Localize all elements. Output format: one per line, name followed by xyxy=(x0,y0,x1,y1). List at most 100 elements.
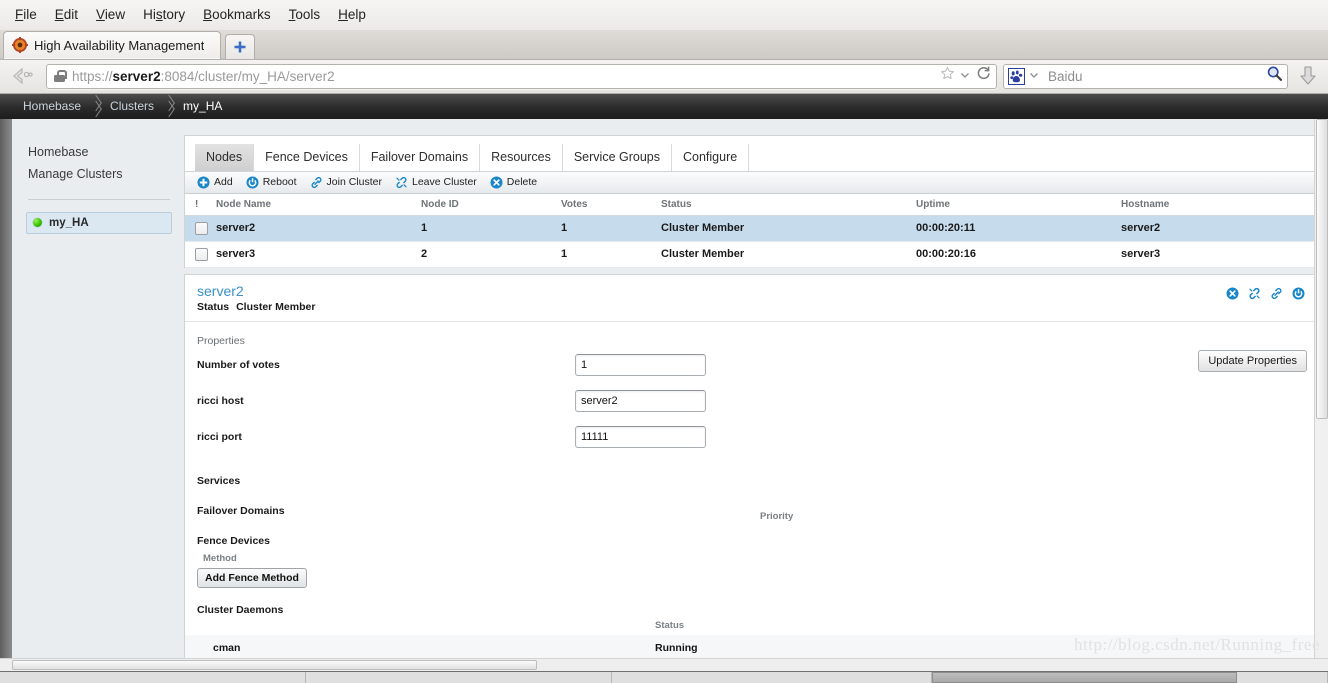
panel-tabs: Nodes Fence Devices Failover Domains Res… xyxy=(185,135,1317,172)
add-button[interactable]: Add xyxy=(195,176,240,189)
row-checkbox[interactable] xyxy=(195,247,208,261)
row-checkbox-cell[interactable] xyxy=(185,215,212,242)
row-checkbox-cell[interactable] xyxy=(185,241,212,268)
url-bar[interactable]: https://server2:8084/cluster/my_HA/serve… xyxy=(46,63,997,89)
add-fence-method-button[interactable]: Add Fence Method xyxy=(197,568,307,589)
ricci-host-input[interactable] xyxy=(575,390,706,413)
node-detail-panel: server2 Status Cluster Member Properties… xyxy=(184,273,1318,672)
search-input[interactable]: Baidu xyxy=(1039,69,1266,84)
tab-failover-domains[interactable]: Failover Domains xyxy=(360,143,481,171)
menu-file[interactable]: File xyxy=(6,4,46,25)
menu-edit[interactable]: Edit xyxy=(46,4,87,25)
baidu-paw-icon[interactable] xyxy=(1008,67,1025,85)
bookmark-star-icon[interactable] xyxy=(940,66,955,86)
menu-history[interactable]: History xyxy=(134,4,194,25)
cell-votes: 1 xyxy=(557,241,657,268)
taskbar-segment[interactable] xyxy=(306,672,612,683)
lock-icon xyxy=(54,70,67,83)
taskbar-segment[interactable] xyxy=(612,672,932,683)
url-text: https://server2:8084/cluster/my_HA/serve… xyxy=(72,68,335,84)
col-node-id: Node ID xyxy=(417,193,557,216)
menu-bar: File Edit View History Bookmarks Tools H… xyxy=(0,0,1328,31)
taskbar-window-button[interactable] xyxy=(932,672,1237,683)
breadcrumb-my-ha[interactable]: my_HA xyxy=(174,99,231,113)
property-row-ricci-port: ricci port xyxy=(185,419,1317,455)
menu-tools[interactable]: Tools xyxy=(280,4,330,25)
join-cluster-button[interactable]: Join Cluster xyxy=(308,176,389,189)
delete-button[interactable]: Delete xyxy=(488,176,544,189)
property-label-ricci-host: ricci host xyxy=(197,395,244,408)
col-node-name: Node Name xyxy=(212,193,417,216)
tab-resources[interactable]: Resources xyxy=(480,143,563,171)
col-daemon-status: Status xyxy=(655,620,685,632)
method-column-label: Method xyxy=(203,553,237,565)
menu-view[interactable]: View xyxy=(87,4,134,25)
property-row-votes: Number of votes Update Properties xyxy=(185,347,1317,383)
cell-hostname: server3 xyxy=(1117,241,1317,268)
link-icon xyxy=(310,176,323,189)
taskbar-segment[interactable] xyxy=(0,672,306,683)
daemons-header-row: Status xyxy=(185,616,1317,635)
detail-status-label: Status xyxy=(197,301,230,314)
col-votes: Votes xyxy=(557,193,657,216)
cell-status: Cluster Member xyxy=(657,215,912,242)
back-forward-button[interactable] xyxy=(6,63,40,89)
ricci-port-input[interactable] xyxy=(575,426,706,449)
tab-configure[interactable]: Configure xyxy=(672,143,750,171)
table-row[interactable]: server3 2 1 Cluster Member 00:00:20:16 s… xyxy=(185,241,1317,268)
nodes-table: ! Node Name Node ID Votes Status Uptime … xyxy=(185,193,1317,268)
downloads-button[interactable] xyxy=(1294,65,1322,87)
leave-cluster-button[interactable]: Leave Cluster xyxy=(393,176,484,189)
browser-tab-ha-management[interactable]: High Availability Management xyxy=(3,30,222,59)
priority-column-label: Priority xyxy=(760,511,794,523)
update-properties-button[interactable]: Update Properties xyxy=(1198,350,1307,373)
votes-input[interactable] xyxy=(575,354,706,377)
cell-node-name[interactable]: server3 xyxy=(212,241,417,268)
menu-help[interactable]: Help xyxy=(329,4,375,25)
breadcrumb: Homebase Clusters my_HA xyxy=(0,93,1328,119)
tab-strip: High Availability Management xyxy=(0,30,1328,60)
page-horizontal-scrollbar[interactable] xyxy=(0,658,1328,672)
cluster-status-dot-icon xyxy=(33,218,42,228)
table-row[interactable]: server2 1 1 Cluster Member 00:00:20:11 s… xyxy=(185,215,1317,242)
sidebar-item-my-ha[interactable]: my_HA xyxy=(26,211,172,234)
search-engine-chevron-icon[interactable] xyxy=(1025,67,1039,85)
cluster-daemons-heading: Cluster Daemons xyxy=(197,604,284,617)
nodes-toolbar: Add Reboot Join Cluster Leave Cluster De… xyxy=(185,171,1317,194)
reload-icon[interactable] xyxy=(975,65,992,87)
reboot-icon[interactable] xyxy=(1292,287,1305,305)
new-tab-button[interactable] xyxy=(225,33,256,59)
cell-node-name[interactable]: server2 xyxy=(212,215,417,242)
chevron-down-icon[interactable] xyxy=(960,67,970,85)
breadcrumb-homebase[interactable]: Homebase xyxy=(14,99,90,113)
menu-bookmarks[interactable]: Bookmarks xyxy=(194,4,280,25)
sidebar-item-homebase[interactable]: Homebase xyxy=(26,141,172,163)
reboot-button[interactable]: Reboot xyxy=(244,176,304,189)
leave-cluster-icon[interactable] xyxy=(1248,287,1261,305)
breadcrumb-separator-icon xyxy=(163,94,174,119)
search-bar[interactable]: Baidu xyxy=(1003,63,1288,89)
detail-header: server2 Status Cluster Member xyxy=(185,275,1317,323)
add-button-label: Add xyxy=(214,176,233,189)
tab-service-groups[interactable]: Service Groups xyxy=(563,143,672,171)
sidebar-item-manage-clusters[interactable]: Manage Clusters xyxy=(26,163,172,185)
vertical-scroll-thumb[interactable] xyxy=(1316,118,1328,419)
x-circle-icon xyxy=(490,176,503,189)
horizontal-scroll-thumb[interactable] xyxy=(12,660,537,671)
join-cluster-icon[interactable] xyxy=(1270,287,1283,305)
search-magnifier-icon[interactable] xyxy=(1266,65,1283,87)
table-header-row: ! Node Name Node ID Votes Status Uptime … xyxy=(185,193,1317,216)
cell-node-id: 1 xyxy=(417,215,557,242)
col-hostname: Hostname xyxy=(1117,193,1317,216)
page-left-gutter xyxy=(0,93,12,672)
taskbar-tray[interactable] xyxy=(1237,672,1328,683)
breadcrumb-clusters[interactable]: Clusters xyxy=(101,99,163,113)
row-checkbox[interactable] xyxy=(195,221,208,235)
detail-title: server2 xyxy=(197,282,244,299)
fence-devices-heading: Fence Devices xyxy=(197,535,270,548)
tab-nodes[interactable]: Nodes xyxy=(195,143,255,171)
nodes-panel: Nodes Fence Devices Failover Domains Res… xyxy=(184,134,1318,268)
delete-icon[interactable] xyxy=(1226,287,1239,305)
page-vertical-scrollbar[interactable] xyxy=(1314,118,1328,672)
tab-fence-devices[interactable]: Fence Devices xyxy=(254,143,360,171)
